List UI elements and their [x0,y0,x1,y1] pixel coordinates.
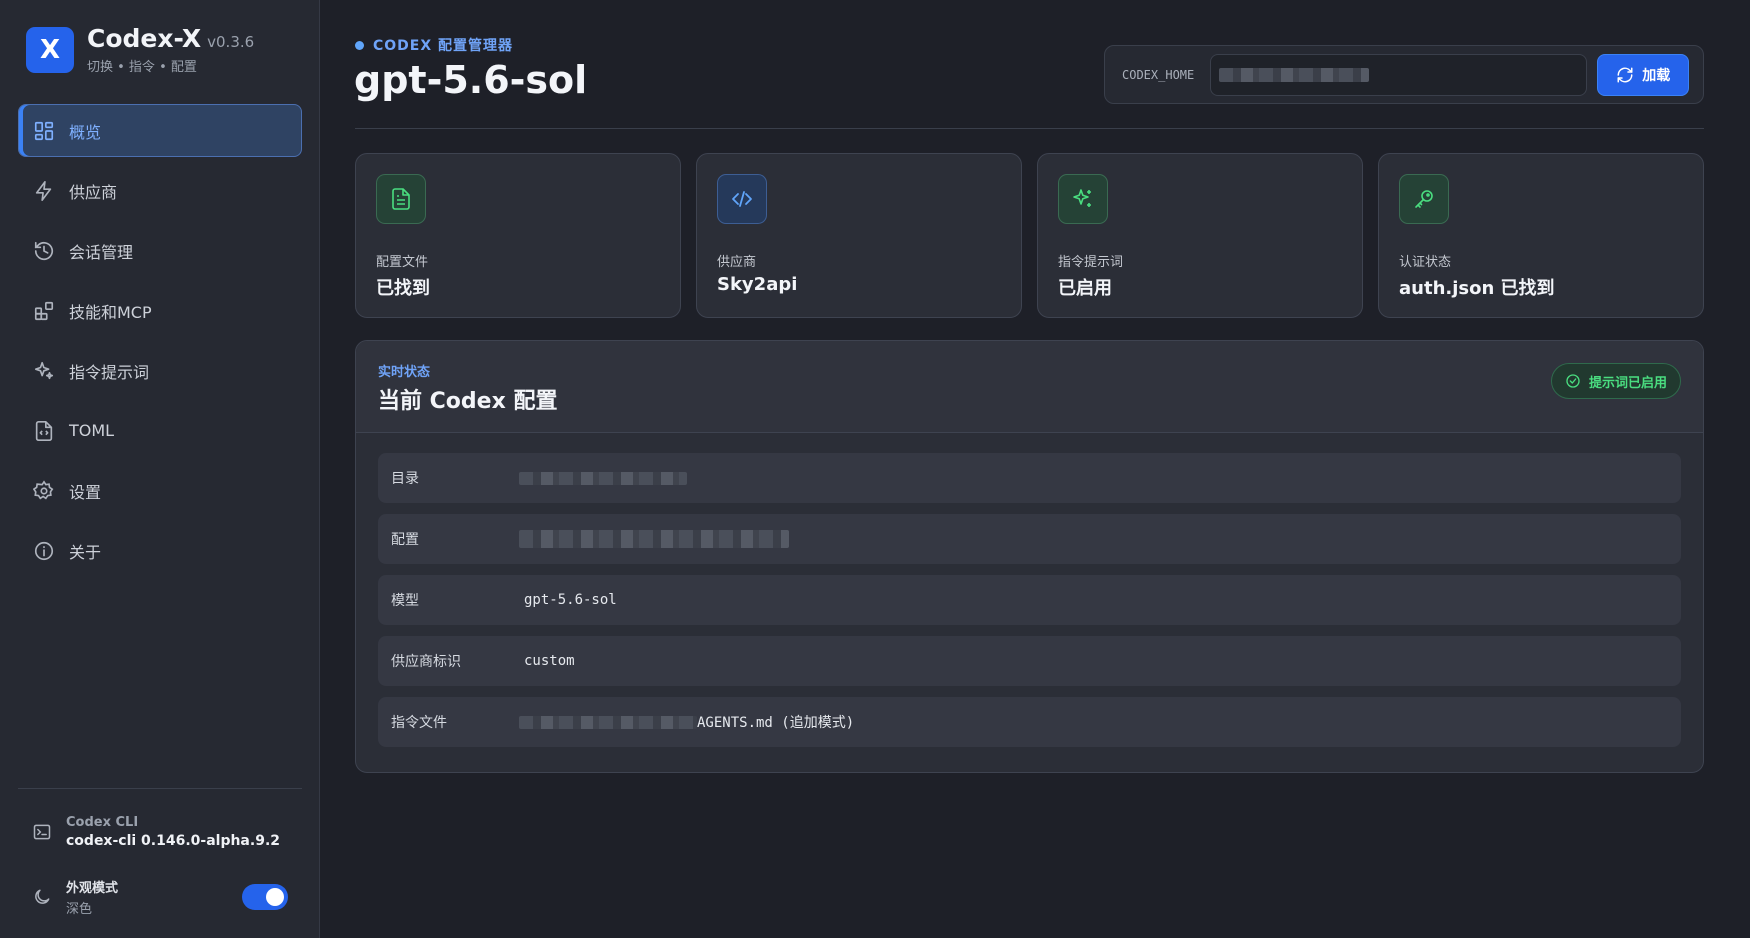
terminal-icon [33,824,51,840]
row-key: 目录 [391,471,419,487]
card-label: 供应商 [717,255,757,270]
key-icon [1415,190,1433,208]
refresh-icon [1617,67,1633,82]
card-prompts: 指令提示词 已启用 [1037,153,1363,318]
sidebar-item-prompts[interactable]: 指令提示词 [18,344,302,397]
brand: X Codex-X v0.3.6 切换 • 指令 • 配置 [26,24,255,75]
row-value: custom [524,653,575,669]
sidebar: X Codex-X v0.3.6 切换 • 指令 • 配置 概览 供应商 会话管理… [0,0,320,938]
card-value: Sky2api [717,274,798,295]
row-key: 供应商标识 [391,654,461,670]
sidebar-item-label: 设置 [69,482,102,502]
sidebar-item-sessions[interactable]: 会话管理 [18,224,302,277]
cli-info: Codex CLI codex-cli 0.146.0-alpha.9.2 [32,815,280,849]
sidebar-item-settings[interactable]: 设置 [18,464,302,517]
sidebar-item-toml[interactable]: TOML [18,404,302,457]
sidebar-divider [18,788,302,789]
row-value [519,471,687,485]
config-rows: 目录 配置 模型 gpt-5.6-sol 供应商标识 custom 指令文件 A… [356,433,1703,747]
moon-icon [35,889,50,904]
gear-icon [33,479,54,499]
card-value: 已启用 [1058,278,1112,299]
sparkles-icon [34,361,54,379]
card-value: auth.json 已找到 [1399,278,1555,299]
code-icon [732,191,752,207]
row-key: 指令文件 [391,715,447,731]
theme-toggle[interactable] [242,884,288,910]
check-circle-icon [1566,374,1580,388]
theme-label: 外观模式 [66,881,119,896]
app-logo: X [26,27,74,73]
card-auth: 认证状态 auth.json 已找到 [1378,153,1704,318]
sidebar-item-label: 技能和MCP [69,302,152,322]
cli-label: Codex CLI [66,815,139,830]
page-kicker: CODEX 配置管理器 [355,35,513,55]
row-key: 配置 [391,532,419,548]
sidebar-item-skills-mcp[interactable]: 技能和MCP [18,284,302,337]
status-cards: 配置文件 已找到 供应商 Sky2api 指令提示词 已启用 认证状态 auth… [355,153,1704,318]
card-config-file: 配置文件 已找到 [355,153,681,318]
config-row-directory: 目录 [378,453,1681,503]
row-value: gpt-5.6-sol [524,592,617,608]
lightning-icon [35,180,52,201]
status-dot [355,40,364,50]
row-key: 模型 [391,593,419,609]
sidebar-item-about[interactable]: 关于 [18,524,302,577]
redacted-path [1219,67,1370,82]
card-provider: 供应商 Sky2api [696,153,1022,318]
card-label: 认证状态 [1399,255,1452,270]
sidebar-nav: 概览 供应商 会话管理 技能和MCP 指令提示词 TOML 设置 关于 [18,104,302,584]
row-value: AGENTS.md (追加模式) [519,712,854,732]
config-row-instructions: 指令文件 AGENTS.md (追加模式) [378,697,1681,747]
header-divider [355,128,1704,129]
redacted-path [519,471,687,485]
redacted-path [519,715,697,729]
theme-value: 深色 [66,902,93,917]
codex-home-input[interactable] [1210,53,1588,96]
card-value: 已找到 [376,278,430,299]
blocks-icon [34,301,54,320]
sparkles-icon [1073,189,1091,207]
panel-title: 当前 Codex 配置 [378,389,558,414]
config-row-provider-id: 供应商标识 custom [378,636,1681,686]
dashboard-icon [34,121,54,140]
info-icon [34,541,54,560]
codex-home-label: CODEX_HOME [1122,67,1195,82]
app-version: v0.3.6 [207,33,255,51]
sidebar-item-label: TOML [69,421,115,440]
config-row-model: 模型 gpt-5.6-sol [378,575,1681,625]
panel-kicker: 实时状态 [378,365,431,380]
config-panel-header: 实时状态 当前 Codex 配置 提示词已启用 [356,341,1703,433]
config-row-config: 配置 [378,514,1681,564]
status-badge: 提示词已启用 [1550,363,1681,399]
sidebar-item-label: 概览 [69,122,102,142]
row-value [519,530,789,548]
sidebar-item-label: 供应商 [69,182,118,202]
file-code-icon [35,420,53,441]
redacted-path [519,530,789,548]
sidebar-item-label: 关于 [69,542,102,562]
config-panel: 实时状态 当前 Codex 配置 提示词已启用 目录 配置 模型 gpt-5.6… [355,340,1704,773]
history-icon [34,241,54,260]
theme-setting: 外观模式 深色 [32,877,288,917]
cli-version: codex-cli 0.146.0-alpha.9.2 [66,833,280,849]
load-button[interactable]: 加载 [1597,53,1690,96]
file-text-icon [392,188,410,210]
sidebar-item-providers[interactable]: 供应商 [18,164,302,217]
page-title: gpt-5.6-sol [354,58,588,102]
codex-home-bar: CODEX_HOME 加载 [1104,45,1704,104]
sidebar-item-label: 指令提示词 [69,362,150,382]
app-name: Codex-X v0.3.6 [87,24,255,53]
card-label: 配置文件 [376,255,429,270]
app-tagline: 切换 • 指令 • 配置 [87,60,197,75]
card-label: 指令提示词 [1058,255,1124,270]
sidebar-item-label: 会话管理 [69,242,134,262]
sidebar-item-overview[interactable]: 概览 [18,104,302,157]
